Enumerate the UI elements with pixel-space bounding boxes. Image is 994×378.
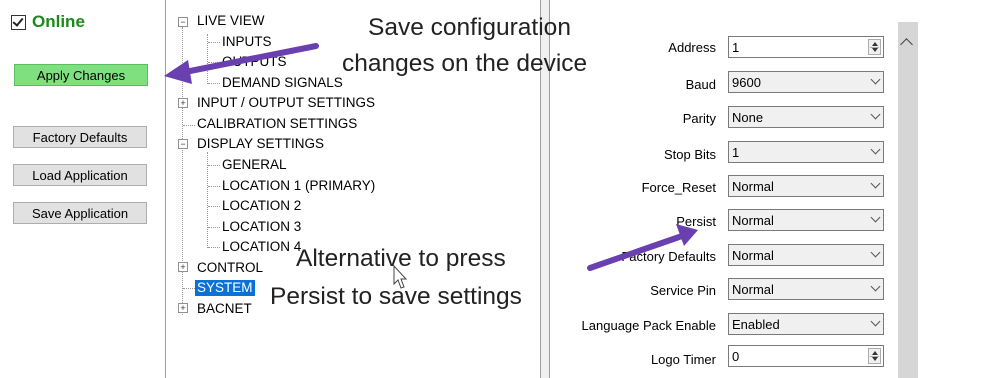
- mouse-cursor-icon: [393, 264, 408, 289]
- annotation-overlay: [164, 43, 698, 289]
- arrow-to-persist-icon: [587, 224, 698, 271]
- arrow-to-apply-icon: [164, 43, 319, 84]
